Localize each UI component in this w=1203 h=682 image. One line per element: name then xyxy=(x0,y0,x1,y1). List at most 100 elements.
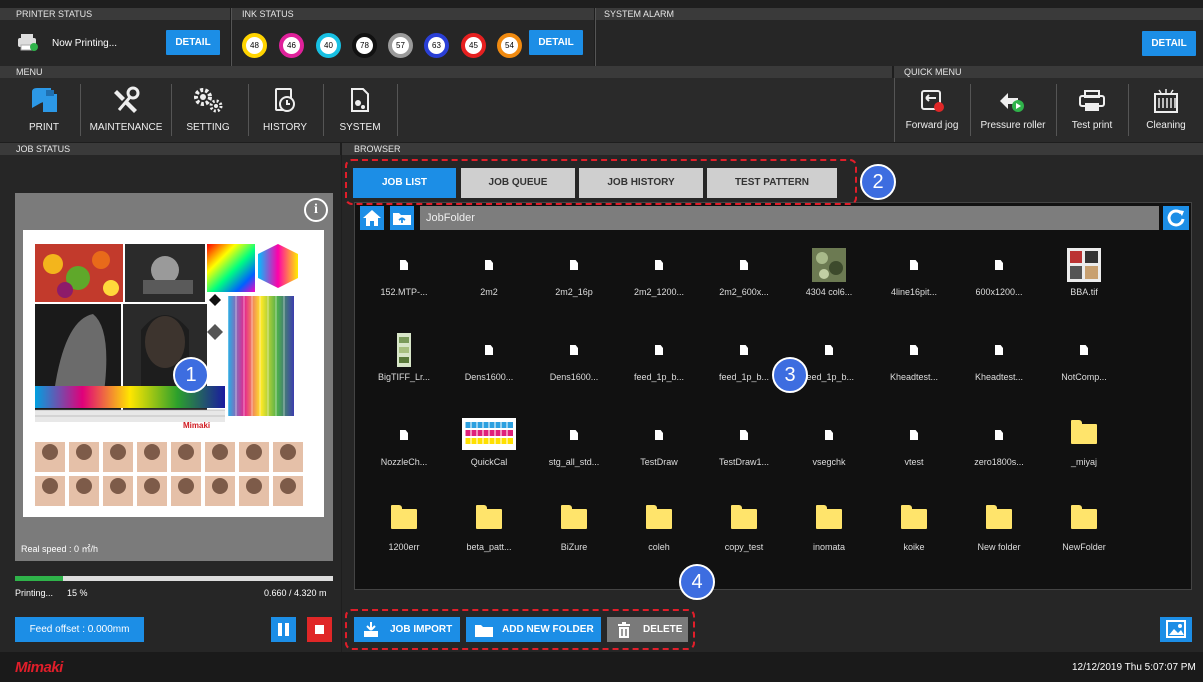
document-icon xyxy=(959,333,1039,365)
parent-folder-button[interactable] xyxy=(390,206,414,230)
menu-setting[interactable]: SETTING xyxy=(176,78,240,140)
file-item[interactable]: BiZure xyxy=(534,503,614,552)
ink-level-8: 54 xyxy=(497,33,522,58)
refresh-icon xyxy=(1167,209,1185,227)
stop-icon xyxy=(315,625,324,634)
file-item[interactable]: 2m2 xyxy=(449,248,529,297)
quick-test-print[interactable]: Test print xyxy=(1060,78,1124,140)
file-item[interactable]: TestDraw xyxy=(619,418,699,467)
file-name: New folder xyxy=(977,542,1021,552)
tabs-highlight xyxy=(345,159,857,205)
file-item[interactable]: Kheadtest... xyxy=(959,333,1039,382)
progress-percent: 15 % xyxy=(67,588,88,598)
file-item[interactable]: copy_test xyxy=(704,503,784,552)
file-item[interactable]: vtest xyxy=(874,418,954,467)
ink-level-6: 63 xyxy=(424,33,449,58)
menu-maintenance[interactable]: MAINTENANCE xyxy=(86,78,166,140)
file-name: BiZure xyxy=(560,542,588,552)
document-icon xyxy=(534,248,614,280)
file-item[interactable]: QuickCal xyxy=(449,418,529,467)
file-item[interactable]: Dens1600... xyxy=(449,333,529,382)
image-view-button[interactable] xyxy=(1160,617,1192,642)
menu-print[interactable]: PRINT xyxy=(14,78,74,140)
folder-icon xyxy=(364,503,444,535)
folder-icon xyxy=(959,503,1039,535)
file-item[interactable]: koike xyxy=(874,503,954,552)
file-item[interactable]: 2m2_16p xyxy=(534,248,614,297)
file-item[interactable]: _miyaj xyxy=(1044,418,1124,467)
menu-print-label: PRINT xyxy=(29,122,59,133)
print-icon xyxy=(14,86,74,116)
file-item[interactable]: 600x1200... xyxy=(959,248,1039,297)
file-item[interactable]: 152.MTP-... xyxy=(364,248,444,297)
file-item[interactable]: TestDraw1... xyxy=(704,418,784,467)
quick-forward-jog[interactable]: Forward jog xyxy=(898,78,966,140)
menu-system[interactable]: SYSTEM xyxy=(328,78,392,140)
file-item[interactable]: 2m2_600x... xyxy=(704,248,784,297)
file-name: feed_1p_b... xyxy=(718,372,770,382)
folder-icon xyxy=(789,503,869,535)
pressure-roller-icon xyxy=(974,88,1052,114)
menu-history[interactable]: HISTORY xyxy=(253,78,317,140)
quick-forward-jog-label: Forward jog xyxy=(905,120,959,131)
folder-icon xyxy=(534,503,614,535)
file-name: 4304 col6... xyxy=(805,287,853,297)
file-item[interactable]: 1200err xyxy=(364,503,444,552)
file-item[interactable]: BBA.tif xyxy=(1044,248,1124,297)
real-speed-text: Real speed : 0 ㎡/h xyxy=(21,544,99,554)
browser-header: BROWSER xyxy=(342,143,1203,155)
ink-level-4: 78 xyxy=(352,33,377,58)
file-name: 2m2_16p xyxy=(555,287,593,297)
file-item[interactable]: BigTIFF_Lr... xyxy=(364,333,444,382)
document-icon xyxy=(449,248,529,280)
datetime-display: 12/12/2019 Thu 5:07:07 PM xyxy=(1072,662,1196,673)
pause-button[interactable] xyxy=(271,617,296,642)
file-item[interactable]: NozzleCh... xyxy=(364,418,444,467)
info-icon[interactable]: i xyxy=(304,198,328,222)
home-button[interactable] xyxy=(360,206,384,230)
file-item[interactable]: beta_patt... xyxy=(449,503,529,552)
document-icon xyxy=(704,248,784,280)
ink-status-header: INK STATUS xyxy=(232,8,594,20)
file-item[interactable]: stg_all_std... xyxy=(534,418,614,467)
callout-3: 3 xyxy=(772,357,808,393)
file-item[interactable]: 4line16pit... xyxy=(874,248,954,297)
file-item[interactable]: Dens1600... xyxy=(534,333,614,382)
stop-button[interactable] xyxy=(307,617,332,642)
path-bar: JobFolder xyxy=(420,206,1159,230)
file-name: 2m2_1200... xyxy=(633,287,685,297)
file-item[interactable]: 2m2_1200... xyxy=(619,248,699,297)
file-name: Dens1600... xyxy=(464,372,514,382)
quick-test-print-label: Test print xyxy=(1071,120,1113,131)
document-icon xyxy=(874,248,954,280)
file-item[interactable]: zero1800s... xyxy=(959,418,1039,467)
ink-level-5: 57 xyxy=(388,33,413,58)
file-name: copy_test xyxy=(724,542,764,552)
quick-cleaning[interactable]: Cleaning xyxy=(1132,78,1200,140)
file-item[interactable]: 4304 col6... xyxy=(789,248,869,297)
alarm-detail-button[interactable]: DETAIL xyxy=(1142,31,1196,56)
ink-detail-button[interactable]: DETAIL xyxy=(529,30,583,55)
file-item[interactable]: New folder xyxy=(959,503,1039,552)
file-item[interactable]: Kheadtest... xyxy=(874,333,954,382)
file-name: zero1800s... xyxy=(974,457,1024,467)
system-icon xyxy=(328,86,392,116)
file-item[interactable]: NewFolder xyxy=(1044,503,1124,552)
refresh-button[interactable] xyxy=(1163,206,1189,230)
file-item[interactable]: inomata xyxy=(789,503,869,552)
file-name: koike xyxy=(903,542,925,552)
test-print-icon xyxy=(1060,88,1124,114)
file-item[interactable]: NotComp... xyxy=(1044,333,1124,382)
feed-offset-button[interactable]: Feed offset : 0.000mm xyxy=(15,617,144,642)
file-item[interactable]: coleh xyxy=(619,503,699,552)
printer-detail-button[interactable]: DETAIL xyxy=(166,30,220,55)
document-icon xyxy=(1044,333,1124,365)
file-name: Kheadtest... xyxy=(889,372,939,382)
ink-level-1: 48 xyxy=(242,33,267,58)
file-item[interactable]: feed_1p_b... xyxy=(619,333,699,382)
document-icon xyxy=(619,248,699,280)
file-name: QuickCal xyxy=(470,457,508,467)
folder-icon xyxy=(1044,503,1124,535)
quick-pressure-roller[interactable]: Pressure roller xyxy=(974,78,1052,140)
file-item[interactable]: vsegchk xyxy=(789,418,869,467)
